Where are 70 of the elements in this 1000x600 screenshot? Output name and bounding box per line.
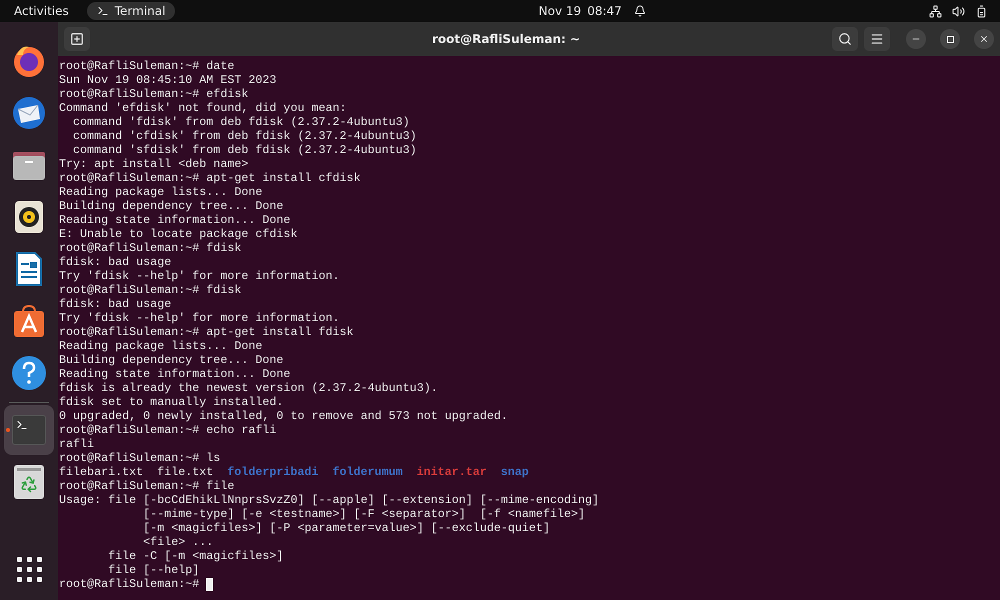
terminal-line: root@RafliSuleman:~# apt-get install fdisk bbox=[59, 325, 354, 339]
terminal-line: root@RafliSuleman:~# ls bbox=[59, 451, 220, 465]
terminal-line: root@RafliSuleman:~# efdisk bbox=[59, 87, 248, 101]
trash-icon bbox=[14, 465, 44, 499]
mail-icon bbox=[11, 95, 47, 131]
terminal-line: command 'fdisk' from deb fdisk (2.37.2-4ubuntu3) bbox=[72, 115, 410, 129]
terminal-line: Building dependency tree... Done bbox=[59, 199, 284, 213]
terminal-line: file [--help] bbox=[107, 563, 200, 577]
close-button[interactable] bbox=[974, 29, 994, 49]
directory-name: folderpribadi bbox=[227, 465, 318, 479]
terminal-line: root@RafliSuleman:~# echo rafli bbox=[59, 423, 276, 437]
terminal-line: fdisk: bad usage bbox=[59, 255, 172, 269]
network-icon[interactable] bbox=[929, 4, 942, 18]
terminal-line: Building dependency tree... Done bbox=[59, 353, 284, 367]
terminal-line: fdisk: bad usage bbox=[59, 297, 172, 311]
terminal-prompt: root@RafliSuleman:~# bbox=[59, 577, 200, 591]
terminal-line: root@RafliSuleman:~# file bbox=[59, 479, 234, 493]
terminal-line: Reading package lists... Done bbox=[59, 339, 262, 353]
file-name: filebari.txt bbox=[59, 465, 144, 479]
activities-button[interactable]: Activities bbox=[6, 2, 77, 20]
terminal-line: Try 'fdisk --help' for more information. bbox=[59, 269, 340, 283]
terminal-line: [-m <magicfiles>] [-P <parameter=value>] [--exclude-quiet] bbox=[142, 521, 550, 535]
directory-name: folderumum bbox=[332, 465, 403, 479]
battery-icon[interactable] bbox=[975, 4, 988, 18]
menu-button[interactable] bbox=[864, 27, 890, 51]
terminal-line: fdisk set to manually installed. bbox=[59, 395, 284, 409]
terminal-line: root@RafliSuleman:~# date bbox=[59, 59, 234, 73]
terminal-line: Reading state information... Done bbox=[59, 367, 290, 381]
restore-button[interactable] bbox=[940, 29, 960, 49]
terminal-line: fdisk is already the newest version (2.37.2-4ubuntu3). bbox=[59, 381, 438, 395]
window-title: root@RafliSuleman: ~ bbox=[432, 31, 580, 48]
terminal-line: Sun Nov 19 08:45:10 AM EST 2023 bbox=[59, 73, 276, 87]
close-icon bbox=[979, 34, 989, 44]
terminal-line: Reading package lists... Done bbox=[59, 185, 262, 199]
cursor-icon bbox=[206, 578, 214, 590]
file-name: initar.tar bbox=[416, 465, 487, 479]
terminal-line: Usage: file [-bcCdEhikLlNnprsSvzZ0] [--apple] [--extension] [--mime-encoding] bbox=[59, 493, 600, 507]
restore-icon bbox=[946, 36, 954, 42]
terminal-area[interactable] bbox=[58, 56, 1000, 600]
terminal-line: rafli bbox=[59, 437, 94, 451]
menu-icon bbox=[870, 32, 884, 46]
terminal-line: root@RafliSuleman:~# apt-get install cfdisk bbox=[59, 171, 361, 185]
volume-icon[interactable] bbox=[952, 4, 965, 18]
notification-icon bbox=[634, 5, 646, 17]
terminal-line: root@RafliSuleman:~# fdisk bbox=[59, 283, 242, 297]
clock-date: Nov 19 bbox=[538, 3, 582, 20]
terminal-line: root@RafliSuleman:~# fdisk bbox=[59, 241, 242, 255]
terminal-icon bbox=[12, 415, 46, 445]
terminal-line: Try: apt install <deb name> bbox=[59, 157, 248, 171]
app-menu-button[interactable]: Terminal bbox=[86, 2, 176, 20]
terminal-line: file -C [-m <magicfiles>] bbox=[107, 549, 284, 563]
terminal-line: 0 upgraded, 0 newly installed, 0 to remove and 573 not upgraded. bbox=[59, 409, 508, 423]
terminal-line: Reading state information... Done bbox=[59, 213, 290, 227]
terminal-line: Try 'fdisk --help' for more information. bbox=[59, 311, 340, 325]
new-tab-button[interactable] bbox=[64, 27, 90, 51]
directory-name: snap bbox=[500, 465, 529, 479]
clock-time: 08:47 bbox=[587, 3, 622, 20]
terminal-line: <file> ... bbox=[142, 535, 214, 549]
terminal-line: E: Unable to locate package cfdisk bbox=[59, 227, 298, 241]
new-tab-icon bbox=[70, 32, 84, 46]
terminal-icon bbox=[96, 5, 109, 17]
terminal-line: command 'sfdisk' from deb fdisk (2.37.2-4ubuntu3) bbox=[72, 143, 417, 157]
terminal-line: [--mime-type] [-e <testname>] [-F <separator>] [-f <namefile>] bbox=[142, 507, 586, 521]
terminal-line: command 'cfdisk' from deb fdisk (2.37.2-4ubuntu3) bbox=[72, 129, 417, 143]
file-name: file.txt bbox=[157, 465, 214, 479]
search-button[interactable] bbox=[832, 27, 858, 51]
terminal-line: Command 'efdisk' not found, did you mean: bbox=[59, 101, 347, 115]
help-icon bbox=[11, 355, 47, 391]
shopping-bag-icon bbox=[11, 303, 47, 339]
search-icon bbox=[838, 32, 852, 46]
